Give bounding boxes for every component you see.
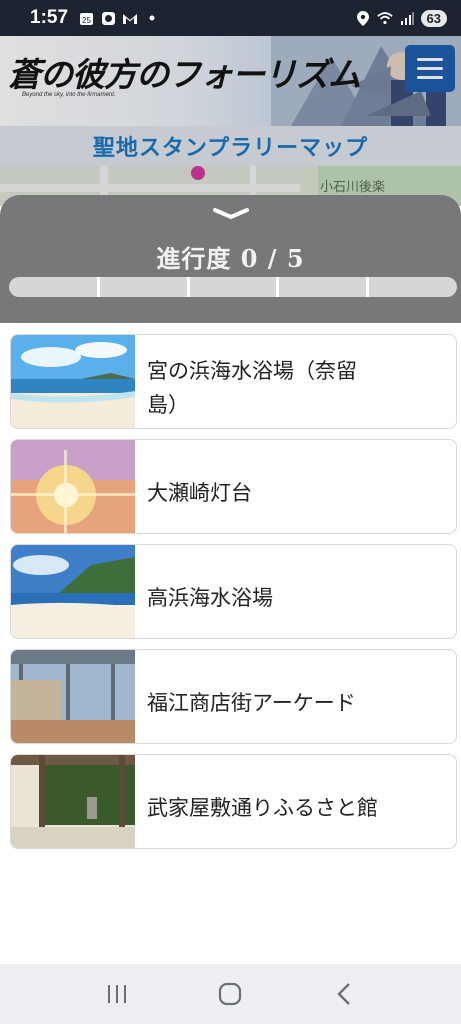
spot-name: 高浜海水浴場 <box>147 585 273 610</box>
recents-button[interactable] <box>97 974 137 1014</box>
calendar-icon: 25 <box>78 10 94 26</box>
spot-thumbnail-coast <box>11 545 135 638</box>
progress-bar <box>9 277 457 297</box>
spot-name: 福江商店街アーケード <box>147 690 356 715</box>
calendar-badge: 25 <box>82 16 91 25</box>
progress-panel: 進行度 0 / 5 <box>0 195 461 323</box>
list-item[interactable]: 宮の浜海水浴場（奈留島） <box>10 334 457 429</box>
signal-icon <box>399 10 415 26</box>
list-item[interactable]: 高浜海水浴場 <box>10 544 457 639</box>
spot-thumbnail-beach <box>11 335 135 428</box>
system-icons: 63 <box>355 9 447 27</box>
spot-name: 大瀬崎灯台 <box>147 480 252 505</box>
list-item[interactable]: 福江商店街アーケード <box>10 649 457 744</box>
progress-tick <box>187 277 190 297</box>
battery-indicator: 63 <box>420 9 447 27</box>
notification-icons: 25 <box>78 10 160 26</box>
recents-icon <box>107 985 126 1003</box>
status-bar: 1:57 25 63 <box>0 0 461 36</box>
spot-thumbnail-sunset <box>11 440 135 533</box>
progress-label: 進行度 0 / 5 <box>156 244 305 273</box>
spot-name: 宮の浜海水浴場（奈留島） <box>147 358 357 417</box>
gmail-icon <box>122 10 138 26</box>
location-icon <box>355 10 371 26</box>
progress-tick <box>276 277 279 297</box>
wifi-icon <box>376 10 393 26</box>
progress-tick <box>97 277 100 297</box>
chevron-down-icon[interactable] <box>211 205 251 223</box>
spot-thumbnail-house <box>11 755 135 848</box>
dim-overlay <box>0 36 461 206</box>
home-button[interactable] <box>210 974 250 1014</box>
home-icon <box>219 982 242 1006</box>
system-nav-bar <box>0 964 461 1024</box>
spot-list: 宮の浜海水浴場（奈留島） 大瀬崎灯台 高浜海水浴場 福江商店街アーケード 武家屋… <box>10 334 457 859</box>
app-icon <box>100 10 116 26</box>
dot-icon <box>144 10 160 26</box>
spot-thumbnail-arcade <box>11 650 135 743</box>
status-time: 1:57 <box>30 7 69 28</box>
back-icon <box>337 983 350 1005</box>
back-button[interactable] <box>324 974 364 1014</box>
list-item[interactable]: 大瀬崎灯台 <box>10 439 457 534</box>
spot-name: 武家屋敷通りふるさと館 <box>147 795 378 820</box>
progress-tick <box>366 277 369 297</box>
list-item[interactable]: 武家屋敷通りふるさと館 <box>10 754 457 849</box>
